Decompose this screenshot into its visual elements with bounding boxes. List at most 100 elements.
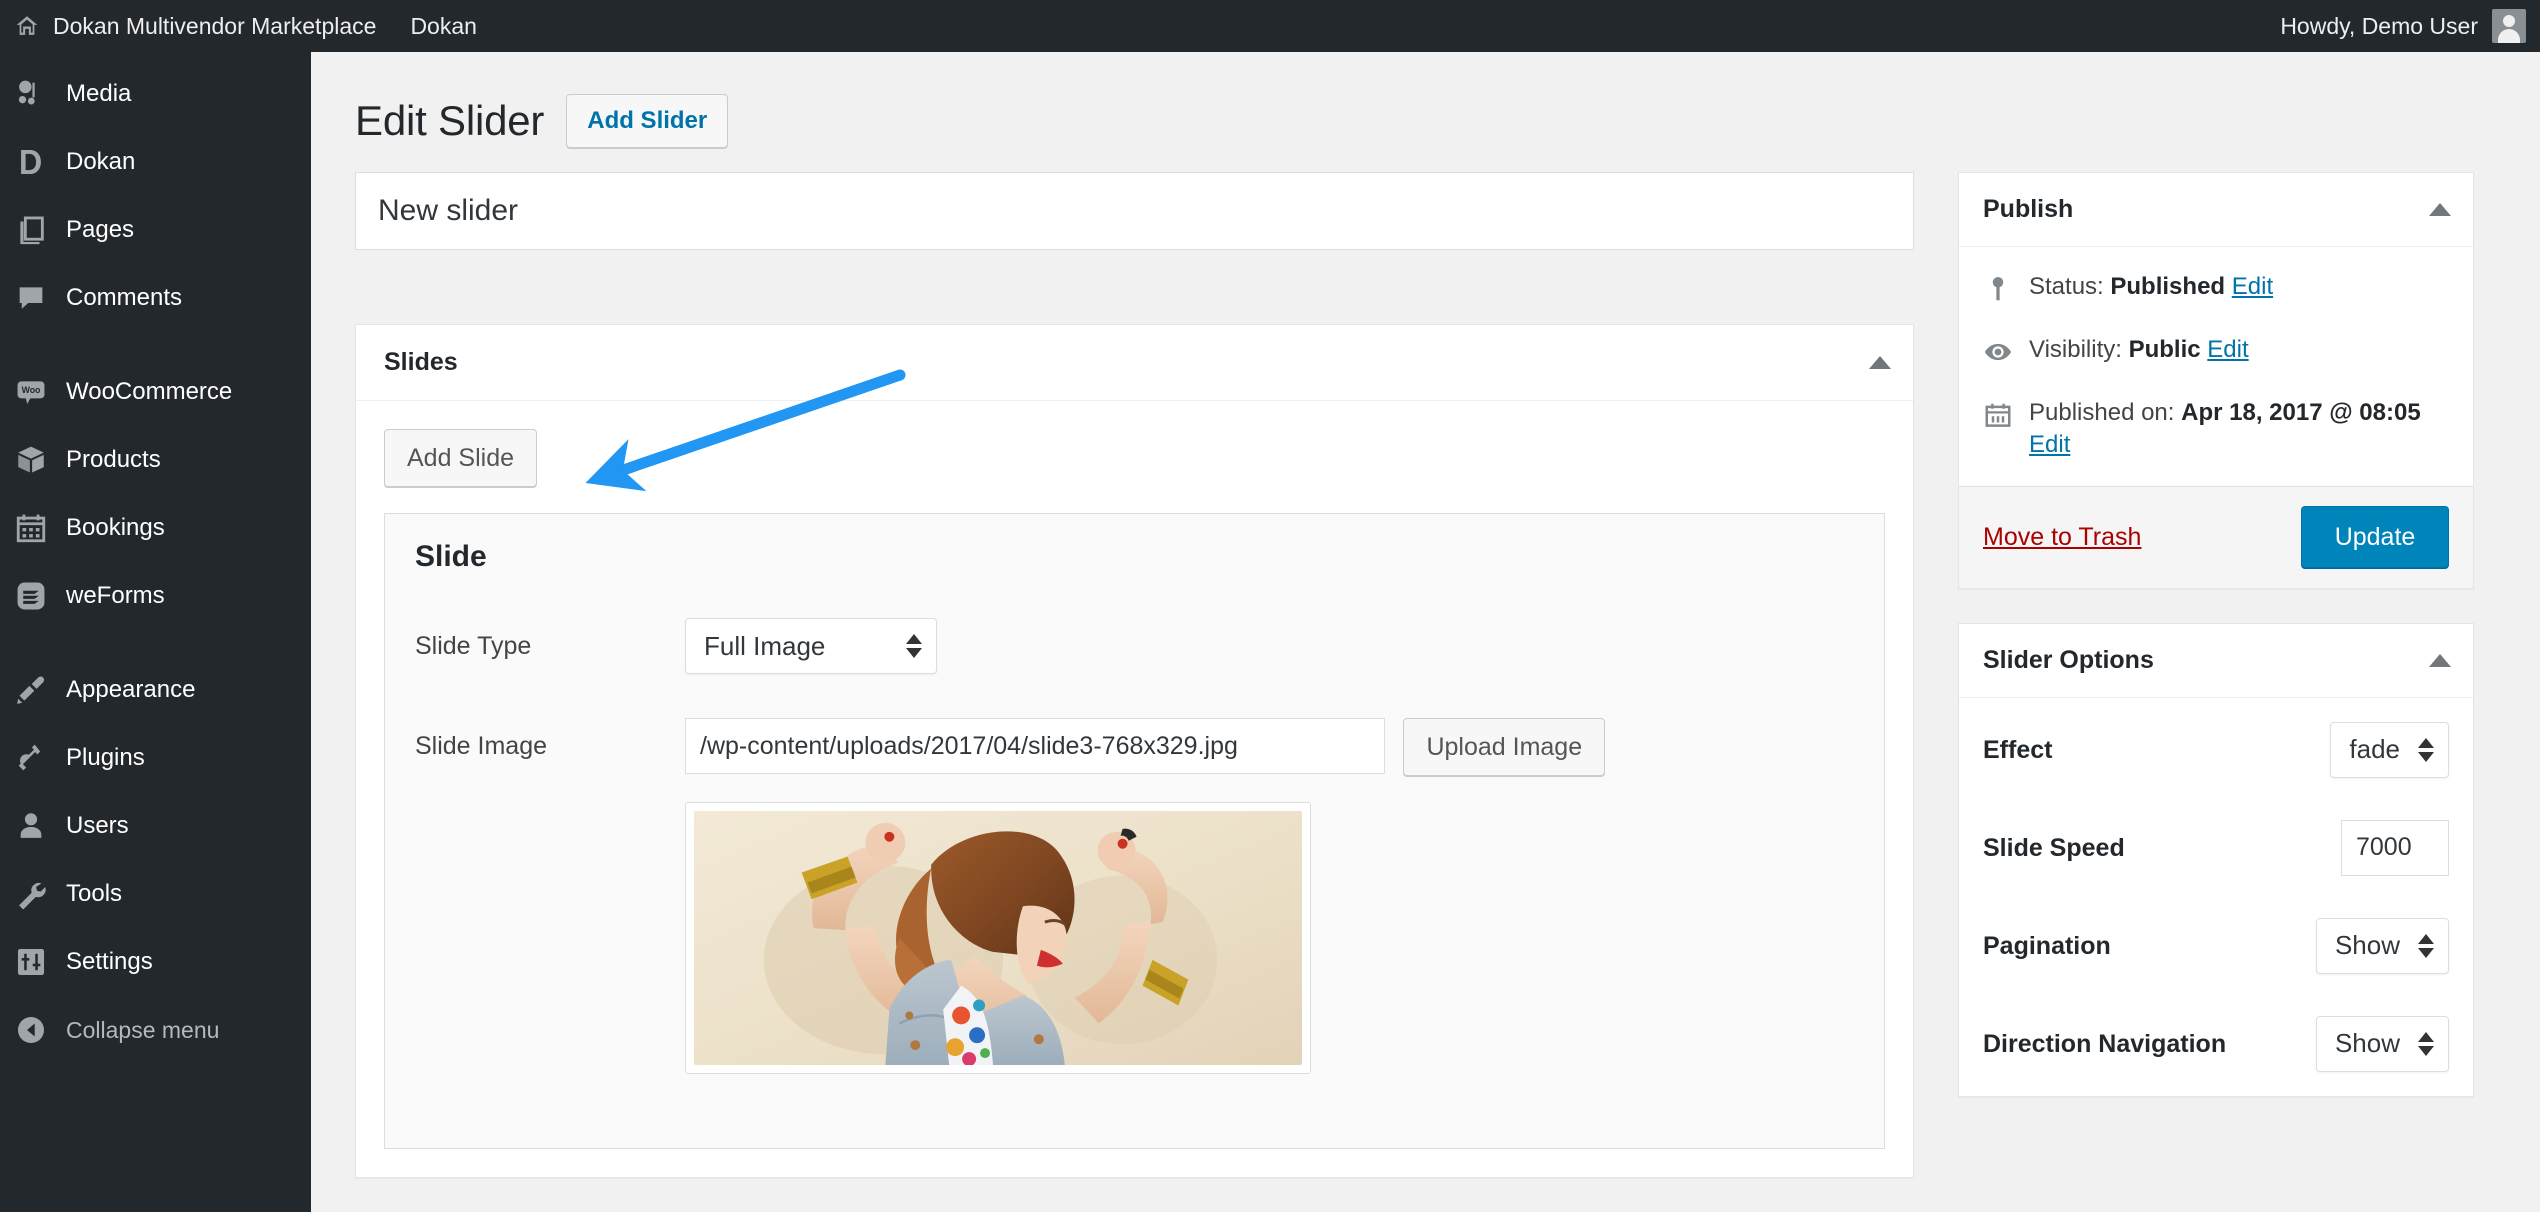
publish-panel-header[interactable]: Publish <box>1959 173 2473 247</box>
main-column: Slides Add Slide Slide Slide Type Fu <box>311 172 1914 1212</box>
sidebar-item-label: Dokan <box>66 148 135 176</box>
effect-control: fade <box>2330 722 2449 778</box>
sidebar-item-label: Appearance <box>66 676 195 704</box>
status-edit-link[interactable]: Edit <box>2232 273 2273 300</box>
admin-columns: Slides Add Slide Slide Slide Type Fu <box>311 148 2540 1212</box>
sidebar-item-tools[interactable]: Tools <box>0 860 311 928</box>
slider-title-input[interactable] <box>355 172 1914 250</box>
sidebar-item-users[interactable]: Users <box>0 792 311 860</box>
sidebar-item-settings[interactable]: Settings <box>0 928 311 996</box>
settings-icon <box>14 945 48 979</box>
chevron-up-icon[interactable] <box>2429 203 2451 216</box>
pagination-label: Pagination <box>1983 930 2316 963</box>
sidebar-item-bookings[interactable]: Bookings <box>0 494 311 562</box>
slide-type-select[interactable]: Full Image <box>685 618 937 674</box>
sidebar-item-label: Products <box>66 446 161 474</box>
publish-panel-body: Status: Published Edit Visibility: <box>1959 247 2473 486</box>
slider-options-body: Effect fade Slide Speed <box>1959 698 2473 1096</box>
sidebar-item-label: Media <box>66 80 131 108</box>
sidebar-item-label: Plugins <box>66 744 145 772</box>
slide-type-value: Full Image <box>704 631 825 662</box>
direction-navigation-control: Show <box>2316 1016 2449 1072</box>
sidebar-item-appearance[interactable]: Appearance <box>0 656 311 724</box>
howdy-label: Howdy, Demo User <box>2280 13 2478 40</box>
option-row-pagination: Pagination Show <box>1983 918 2449 974</box>
sidebar-item-products[interactable]: Products <box>0 426 311 494</box>
published-on-edit-link[interactable]: Edit <box>2029 431 2070 458</box>
sidebar-item-weforms[interactable]: weForms <box>0 562 311 630</box>
published-on-value: Apr 18, 2017 @ 08:05 <box>2181 399 2421 426</box>
slide-speed-input[interactable] <box>2341 820 2449 876</box>
sidebar-item-label: Bookings <box>66 514 165 542</box>
admin-sidebar-menu: Media Dokan Pages Comments Woo WooC <box>0 52 311 1212</box>
site-name-label: Dokan Multivendor Marketplace <box>53 13 376 40</box>
collapse-icon <box>14 1013 48 1047</box>
slide-type-row: Slide Type Full Image <box>415 618 1854 674</box>
sidebar-item-label: Comments <box>66 284 182 312</box>
media-icon <box>14 77 48 111</box>
select-arrows-icon <box>2418 1032 2434 1056</box>
sidebar-separator <box>0 630 311 656</box>
calendar-icon <box>1983 400 2013 430</box>
slide-card: Slide Slide Type Full Image <box>384 513 1885 1149</box>
add-slide-button[interactable]: Add Slide <box>384 429 537 487</box>
admin-bar: Dokan Multivendor Marketplace Dokan Howd… <box>0 0 2540 52</box>
slides-metabox-title: Slides <box>384 348 458 377</box>
effect-value: fade <box>2349 734 2400 765</box>
visibility-edit-link[interactable]: Edit <box>2207 336 2248 363</box>
slider-options-title: Slider Options <box>1983 646 2154 675</box>
sidebar-item-plugins[interactable]: Plugins <box>0 724 311 792</box>
users-icon <box>14 809 48 843</box>
publish-visibility-text: Visibility: Public Edit <box>2029 334 2249 366</box>
select-arrows-icon <box>2418 738 2434 762</box>
status-value: Published <box>2110 273 2225 300</box>
effect-select[interactable]: fade <box>2330 722 2449 778</box>
pagination-select[interactable]: Show <box>2316 918 2449 974</box>
option-row-direction-navigation: Direction Navigation Show <box>1983 1016 2449 1072</box>
sidebar-item-label: Pages <box>66 216 134 244</box>
weforms-icon <box>14 579 48 613</box>
sidebar-item-label: WooCommerce <box>66 378 232 406</box>
sidebar-item-comments[interactable]: Comments <box>0 264 311 332</box>
move-to-trash-link[interactable]: Move to Trash <box>1983 523 2141 552</box>
publish-panel-title: Publish <box>1983 195 2073 224</box>
admin-bar-site-name[interactable]: Dokan Multivendor Marketplace <box>0 0 393 52</box>
upload-image-button[interactable]: Upload Image <box>1403 718 1605 776</box>
sidebar-item-media[interactable]: Media <box>0 60 311 128</box>
slide-type-control: Full Image <box>685 618 1854 674</box>
publish-panel: Publish Status: Published Edit <box>1958 172 2474 589</box>
add-slider-button[interactable]: Add Slider <box>566 94 728 148</box>
plugins-icon <box>14 741 48 775</box>
slide-image-control: Upload Image <box>685 718 1854 1074</box>
sidebar-item-collapse-menu[interactable]: Collapse menu <box>0 996 311 1064</box>
side-column: Publish Status: Published Edit <box>1914 172 2474 1212</box>
update-button[interactable]: Update <box>2301 506 2449 568</box>
admin-bar-dokan-label: Dokan <box>410 13 476 40</box>
sidebar-item-pages[interactable]: Pages <box>0 196 311 264</box>
chevron-up-icon[interactable] <box>2429 654 2451 667</box>
chevron-up-icon[interactable] <box>1869 356 1891 369</box>
pin-icon <box>1983 274 2013 304</box>
option-row-effect: Effect fade <box>1983 722 2449 778</box>
admin-bar-dokan[interactable]: Dokan <box>393 0 493 52</box>
slider-options-panel: Slider Options Effect fade <box>1958 623 2474 1097</box>
select-arrows-icon <box>906 634 922 658</box>
svg-text:Woo: Woo <box>22 385 41 395</box>
slides-metabox-header[interactable]: Slides <box>356 325 1913 401</box>
slide-image-path-input[interactable] <box>685 718 1385 774</box>
wordpress-admin-screen: Dokan Multivendor Marketplace Dokan Howd… <box>0 0 2540 1212</box>
slide-speed-label: Slide Speed <box>1983 832 2341 865</box>
direction-navigation-select[interactable]: Show <box>2316 1016 2449 1072</box>
publish-status-text: Status: Published Edit <box>2029 271 2273 303</box>
bookings-icon <box>14 511 48 545</box>
slider-options-header[interactable]: Slider Options <box>1959 624 2473 698</box>
admin-bar-account[interactable]: Howdy, Demo User <box>2280 0 2540 52</box>
page-header: Edit Slider Add Slider <box>311 76 2540 148</box>
sidebar-item-woocommerce[interactable]: Woo WooCommerce <box>0 358 311 426</box>
slide-image-label: Slide Image <box>415 718 685 761</box>
products-icon <box>14 443 48 477</box>
tools-icon <box>14 877 48 911</box>
sidebar-item-label: Tools <box>66 880 122 908</box>
publish-actions: Move to Trash Update <box>1959 486 2473 588</box>
sidebar-item-dokan[interactable]: Dokan <box>0 128 311 196</box>
